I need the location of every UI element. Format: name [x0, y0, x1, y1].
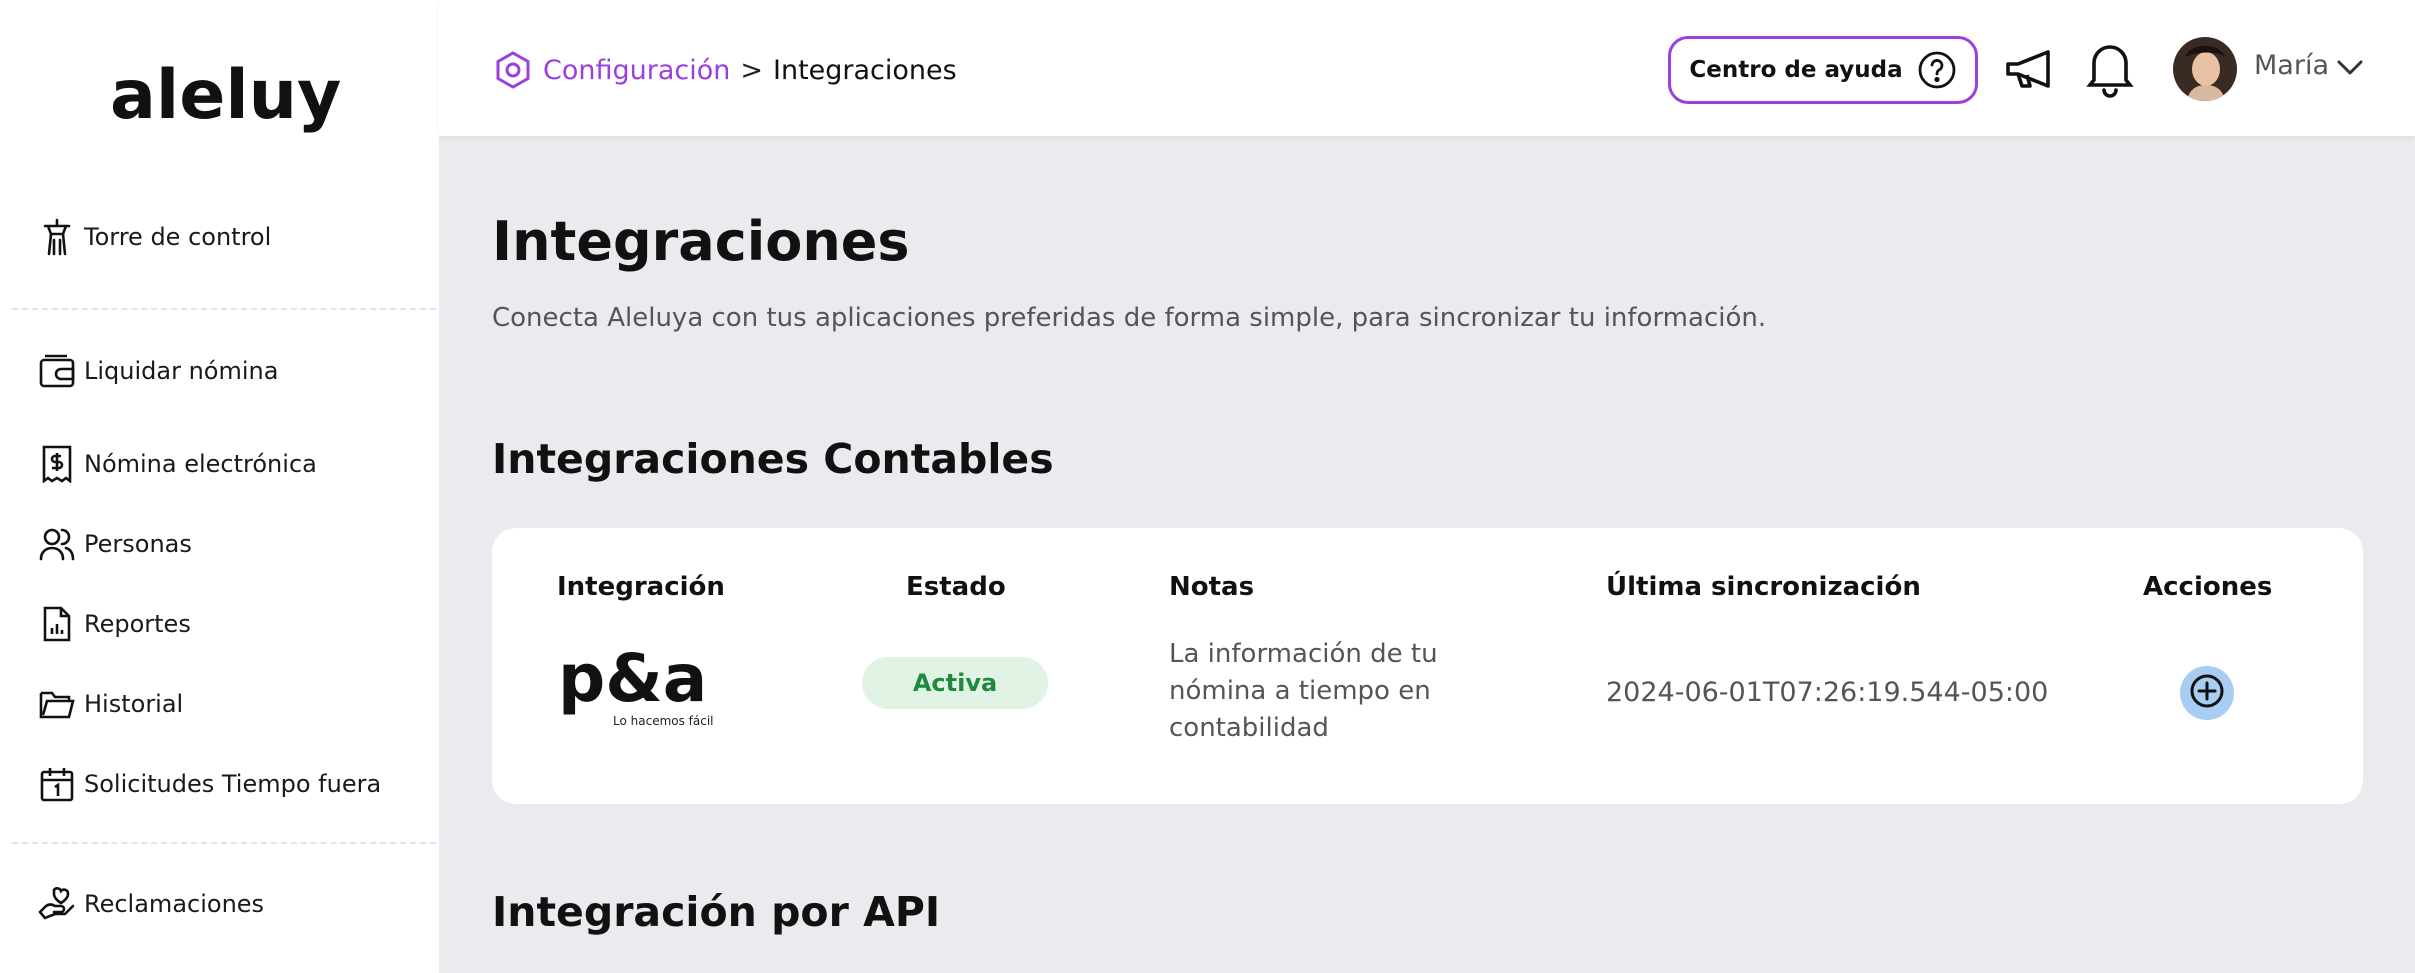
sidebar-item-label: Liquidar nómina [84, 357, 279, 385]
last-sync-cell: 2024-06-01T07:26:19.544-05:00 [1606, 677, 2049, 708]
aleluya-logo[interactable]: aleluya [110, 42, 340, 152]
sidebar-divider [12, 308, 436, 310]
sidebar: aleluya Torre de control Liquidar nómina… [0, 0, 439, 973]
hand-heart-icon [38, 885, 76, 923]
user-avatar[interactable] [2173, 37, 2237, 101]
folder-icon [38, 685, 76, 723]
column-header-status: Estado [906, 572, 1006, 602]
column-header-last-sync: Última sincronización [1606, 572, 1921, 602]
add-action-button[interactable] [2180, 666, 2234, 720]
sidebar-item-label: Torre de control [84, 223, 272, 251]
plus-circle-icon [2189, 673, 2225, 713]
settings-hexagon-icon [493, 50, 533, 90]
sidebar-item-reportes[interactable]: Reportes [38, 602, 191, 646]
pa-integration-logo: p&a Lo hacemos fácil [558, 640, 718, 730]
sidebar-item-solicitudes-tiempo-fuera[interactable]: Solicitudes Tiempo fuera [38, 762, 381, 806]
control-tower-icon [38, 218, 76, 256]
pa-logo-text: p&a [558, 645, 707, 717]
breadcrumb-separator: > [740, 54, 763, 86]
people-icon [38, 525, 76, 563]
breadcrumb: Configuración > Integraciones [493, 48, 957, 92]
sidebar-item-liquidar-nomina[interactable]: Liquidar nómina [38, 349, 278, 393]
sidebar-item-reclamaciones[interactable]: Reclamaciones [38, 882, 264, 926]
dollar-receipt-icon [38, 445, 76, 483]
megaphone-icon[interactable] [2004, 42, 2060, 98]
sidebar-item-label: Reportes [84, 610, 191, 638]
sidebar-item-torre-de-control[interactable]: Torre de control [38, 215, 271, 259]
accounting-integrations-title: Integraciones Contables [492, 435, 1054, 483]
notes-cell: La información de tu nómina a tiempo en … [1169, 639, 1438, 743]
wallet-icon [38, 352, 76, 390]
help-center-label: Centro de ayuda [1689, 57, 1903, 83]
page-subtitle: Conecta Aleluya con tus aplicaciones pre… [492, 303, 1767, 333]
notification-bell-icon[interactable] [2082, 38, 2138, 98]
pa-logo-tagline: Lo hacemos fácil [613, 714, 714, 728]
sidebar-item-label: Personas [84, 530, 192, 558]
sidebar-item-personas[interactable]: Personas [38, 522, 192, 566]
calendar-icon [38, 765, 76, 803]
sidebar-item-label: Historial [84, 690, 184, 718]
logo-text: aleluya [110, 56, 340, 135]
status-badge: Activa [862, 657, 1048, 709]
sidebar-divider [12, 842, 436, 844]
sidebar-item-label: Nómina electrónica [84, 450, 317, 478]
help-center-button[interactable]: Centro de ayuda [1668, 36, 1978, 104]
question-circle-icon [1917, 50, 1957, 90]
breadcrumb-parent-link[interactable]: Configuración [543, 55, 730, 86]
page-title: Integraciones [492, 210, 910, 273]
column-header-actions: Acciones [2143, 572, 2273, 602]
sidebar-item-label: Reclamaciones [84, 890, 265, 918]
chevron-down-icon[interactable] [2336, 56, 2364, 78]
column-header-notes: Notas [1169, 572, 1255, 602]
sidebar-item-nomina-electronica[interactable]: Nómina electrónica [38, 442, 317, 486]
column-header-integration: Integración [557, 572, 725, 602]
api-integration-title: Integración por API [492, 888, 941, 936]
breadcrumb-current: Integraciones [773, 54, 957, 86]
report-chart-icon [38, 605, 76, 643]
user-name[interactable]: María [2254, 50, 2329, 81]
sidebar-item-historial[interactable]: Historial [38, 682, 183, 726]
sidebar-item-label: Solicitudes Tiempo fuera [84, 770, 382, 798]
